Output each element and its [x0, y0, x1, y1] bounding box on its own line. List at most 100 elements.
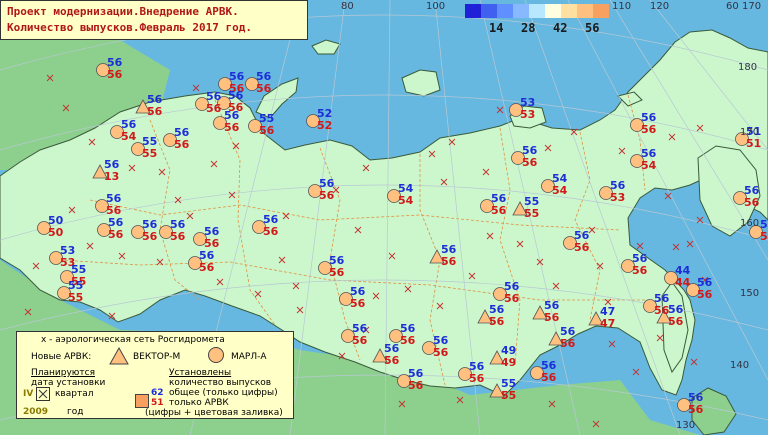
legend-year-word: год — [67, 407, 84, 417]
scale-swatch — [513, 4, 529, 18]
scale-label: 14 — [489, 21, 504, 35]
legend-installed: Установлены — [169, 368, 232, 378]
legend-quarter-word: квартал — [55, 389, 94, 399]
station-arvk-count: 56 — [206, 102, 222, 115]
legend-marl: МАРЛ-А — [231, 352, 267, 362]
station-arvk-count: 56 — [147, 105, 163, 118]
scale-label: 28 — [521, 21, 536, 35]
station-arvk-count: 56 — [688, 403, 704, 416]
station-arvk-count: 56 — [522, 156, 538, 169]
station-arvk-count: 47 — [600, 317, 615, 330]
station-arvk-count: 56 — [541, 371, 557, 384]
lon-label: 100 — [426, 1, 446, 12]
station-arvk-count: 56 — [668, 315, 684, 328]
station-arvk-count: 44 — [675, 276, 691, 289]
lon-label: 170 — [740, 127, 760, 138]
station-arvk-count: 56 — [142, 230, 158, 243]
station-arvk-count: 55 — [524, 207, 539, 220]
map: 56 56 56 56 56 56 56 56 56 56 56 56 56 54 55 56 52 52 53 53… — [0, 0, 768, 435]
station-arvk-count: 52 — [317, 119, 332, 132]
station-arvk-count: 56 — [544, 311, 560, 324]
legend-vektor: ВЕКТОР-М — [133, 352, 181, 362]
station-arvk-count: 56 — [491, 204, 507, 217]
station-arvk-count: 56 — [199, 261, 215, 274]
legend-planned: Планируются — [31, 368, 95, 378]
lon-label: 60 — [726, 1, 739, 12]
scale-swatch — [545, 4, 561, 18]
aero-marker — [686, 240, 694, 248]
legend-total-num: 62 — [151, 388, 164, 398]
station-arvk-count: 56 — [350, 297, 366, 310]
franz-josef-land — [311, 39, 341, 55]
lon-label: 80 — [341, 1, 354, 12]
scale-swatch — [577, 4, 593, 18]
lon-label: 130 — [676, 420, 696, 431]
station-arvk-count: 56 — [574, 241, 590, 254]
aero-marker — [192, 84, 200, 92]
scale-label: 42 — [553, 21, 568, 35]
aero-marker — [632, 368, 640, 376]
station-arvk-count: 51 — [746, 137, 761, 150]
lon-label: 170 — [742, 1, 762, 12]
scale-label: 56 — [585, 21, 600, 35]
station-arvk-count: 56 — [259, 124, 275, 137]
installed-station-icon — [135, 394, 149, 408]
station-arvk-count: 56 — [560, 337, 576, 350]
station-arvk-count: 56 — [744, 196, 760, 209]
station-arvk-count: 56 — [408, 379, 424, 392]
aero-marker — [664, 192, 672, 200]
station-arvk-count: 56 — [632, 264, 648, 277]
map-title-line2: Количество выпусков.Февраль 2017 год. — [7, 21, 253, 34]
station-arvk-count: 13 — [104, 170, 119, 183]
scale-swatch — [593, 4, 609, 18]
legend-total-text: общее (только цифры) — [169, 388, 278, 398]
planned-station-icon — [36, 387, 50, 401]
vektor-icon — [109, 347, 129, 365]
station-arvk-count: 56 — [433, 346, 449, 359]
aero-marker — [672, 243, 680, 251]
station-arvk-count: 53 — [760, 230, 768, 243]
station-arvk-count: 56 — [108, 228, 124, 241]
station-arvk-count: 54 — [641, 159, 657, 172]
lon-label: 140 — [730, 360, 750, 371]
lon-label: 150 — [740, 288, 760, 299]
aero-marker — [690, 358, 698, 366]
legend-aero: х - аэрологическая сеть Росгидромета — [41, 335, 225, 345]
station-arvk-count: 53 — [520, 108, 535, 121]
severnaya-zemlya — [401, 69, 441, 97]
legend-count: количество выпусков — [169, 378, 272, 388]
legend-arvk-num: 51 — [151, 398, 164, 408]
station-arvk-count: 56 — [224, 121, 240, 134]
station-arvk-count: 56 — [263, 225, 279, 238]
station-arvk-count: 54 — [398, 194, 414, 207]
station-arvk-count: 56 — [256, 82, 272, 95]
lon-label: 160 — [740, 218, 760, 229]
aero-marker — [608, 340, 616, 348]
station-arvk-count: 56 — [107, 68, 123, 81]
scale-swatch — [529, 4, 545, 18]
legend-new-arvk: Новые АРВК: — [31, 352, 92, 362]
station-arvk-count: 56 — [319, 189, 335, 202]
station-arvk-count: 56 — [170, 230, 186, 243]
station-arvk-count: 56 — [329, 266, 345, 279]
station-arvk-count: 56 — [489, 315, 505, 328]
legend-fill-text: (цифры + цветовая заливка) — [145, 408, 283, 418]
station-arvk-count: 56 — [697, 288, 713, 301]
scale-swatch — [481, 4, 497, 18]
map-title-line1: Проект модернизации.Внедрение АРВК. — [7, 5, 239, 18]
scale-swatch — [465, 4, 481, 18]
station-arvk-count: 56 — [352, 334, 368, 347]
legend-quarter-value: IV — [23, 389, 34, 399]
scale-swatch — [561, 4, 577, 18]
station-arvk-count: 56 — [469, 372, 485, 385]
station-arvk-count: 55 — [142, 147, 157, 160]
station-arvk-count: 56 — [641, 123, 657, 136]
station-arvk-count: 56 — [441, 255, 457, 268]
legend-year-value: 2009 — [23, 407, 49, 417]
aero-marker — [496, 106, 504, 114]
station-arvk-count: 56 — [384, 354, 400, 367]
station-arvk-count: 55 — [501, 389, 516, 402]
station-arvk-count: 54 — [552, 184, 568, 197]
aero-marker — [636, 242, 644, 250]
station-arvk-count: 49 — [501, 356, 516, 369]
